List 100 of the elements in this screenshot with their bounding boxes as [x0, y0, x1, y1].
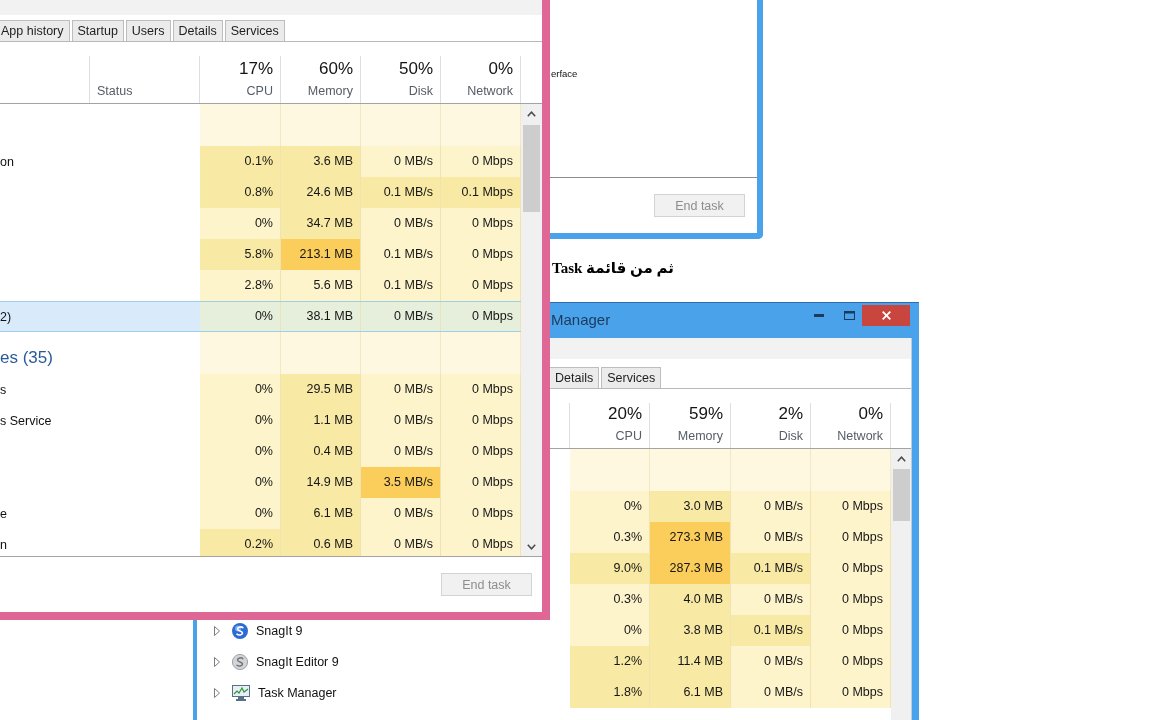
scrollbar-thumb[interactable]	[892, 469, 910, 521]
table-row[interactable]: 5.8% 213.1 MB 0.1 MB/s 0 Mbps	[200, 239, 521, 270]
table-cell: 0 Mbps	[441, 302, 521, 331]
tab[interactable]: Services	[224, 20, 285, 41]
table-cell: 11.4 MB	[650, 646, 731, 677]
scrollbar[interactable]	[891, 449, 911, 720]
table-cell: 14.9 MB	[281, 467, 361, 498]
table-cell: 4.0 MB	[650, 584, 731, 615]
expand-arrow-icon[interactable]	[214, 625, 220, 636]
table-cell: 5.6 MB	[281, 270, 361, 301]
table-row[interactable]: on 0.1% 3.6 MB 0 MB/s 0 Mbps	[0, 146, 521, 177]
close-button[interactable]	[862, 305, 910, 326]
table-cell: 0.1 MB/s	[361, 239, 441, 270]
scrollbar-thumb[interactable]	[523, 125, 540, 212]
table-cell: 0 MB/s	[361, 208, 441, 239]
table-row[interactable]: 0% 0.4 MB 0 MB/s 0 Mbps	[200, 436, 521, 467]
table-cell: 0 MB/s	[731, 584, 811, 615]
table-cell: 0%	[570, 491, 650, 522]
table-cell: 213.1 MB	[281, 239, 361, 270]
group-row[interactable]: es (35)	[0, 332, 521, 374]
table-cell: 1.1 MB	[281, 405, 361, 436]
table-row[interactable]: e 0% 6.1 MB 0 MB/s 0 Mbps	[0, 498, 521, 529]
table-cell: 0%	[200, 374, 281, 405]
table-row[interactable]: 0% 34.7 MB 0 MB/s 0 Mbps	[200, 208, 521, 239]
process-name: 2)	[0, 309, 12, 324]
column-header[interactable]: 0% Network	[811, 403, 891, 448]
table-row[interactable]: 0% 14.9 MB 3.5 MB/s 0 Mbps	[200, 467, 521, 498]
process-name: SnagIt Editor 9	[256, 654, 339, 669]
table-cell: 0 Mbps	[811, 677, 891, 708]
table-cell: 0.8%	[200, 177, 281, 208]
table-row[interactable]: n 0.2% 0.6 MB 0 MB/s 0 Mbps	[0, 529, 521, 556]
column-header[interactable]: 60% Memory	[281, 56, 361, 103]
table-cell: 0 MB/s	[361, 302, 441, 331]
table-cell: 0 Mbps	[441, 405, 521, 436]
table-row[interactable]: 2) 0% 38.1 MB 0 MB/s 0 Mbps	[0, 301, 521, 332]
column-header[interactable]: 20% CPU	[570, 403, 650, 448]
table-cell: 0%	[200, 467, 281, 498]
table-cell: 6.1 MB	[650, 677, 731, 708]
table-cell: 0 Mbps	[441, 467, 521, 498]
table-cell: 9.0%	[570, 553, 650, 584]
table-cell: 0 MB/s	[731, 646, 811, 677]
tab[interactable]: Details	[549, 367, 600, 388]
table-cell: 0 Mbps	[811, 553, 891, 584]
table-row[interactable]: 2.8% 5.6 MB 0.1 MB/s 0 Mbps	[200, 270, 521, 301]
table-cell: 3.0 MB	[650, 491, 731, 522]
table-cell: 3.5 MB/s	[361, 467, 441, 498]
table-cell: 0%	[200, 436, 281, 467]
tab[interactable]: Details	[172, 20, 223, 41]
table-cell: 38.1 MB	[281, 302, 361, 331]
column-header[interactable]: 17% CPU	[200, 56, 281, 103]
table-row[interactable]: 0.8% 24.6 MB 0.1 MB/s 0.1 Mbps	[200, 177, 521, 208]
table-cell: 0 Mbps	[441, 239, 521, 270]
tab[interactable]: App history	[0, 20, 70, 41]
table-cell: 0.4 MB	[281, 436, 361, 467]
table-cell: 0.3%	[570, 584, 650, 615]
process-name: SnagIt 9	[256, 623, 303, 638]
table-cell: 0 MB/s	[361, 436, 441, 467]
table-cell: 0%	[200, 498, 281, 529]
expand-arrow-icon[interactable]	[214, 656, 220, 667]
swirl-icon	[232, 622, 248, 639]
swirl-icon	[232, 653, 248, 670]
table-cell: 0.1 MB/s	[731, 553, 811, 584]
table-cell: 0%	[200, 208, 281, 239]
table-cell: 0.6 MB	[281, 529, 361, 556]
close-icon	[881, 311, 891, 320]
tab[interactable]: Startup	[71, 20, 124, 41]
table-row[interactable]: s 0% 29.5 MB 0 MB/s 0 Mbps	[0, 374, 521, 405]
tab[interactable]: Users	[125, 20, 171, 41]
table-cell: 0 MB/s	[731, 491, 811, 522]
column-header[interactable]: 2% Disk	[731, 403, 811, 448]
expand-arrow-icon[interactable]	[214, 687, 220, 698]
tab[interactable]: Services	[601, 367, 662, 388]
table-cell: 0.1 MB/s	[731, 615, 811, 646]
table-cell: 0 Mbps	[811, 491, 891, 522]
process-name: s Service	[0, 413, 52, 428]
table-cell: 287.3 MB	[650, 553, 731, 584]
table-cell: 273.3 MB	[650, 522, 731, 553]
table-cell: 0.1 Mbps	[441, 177, 521, 208]
chevron-up-icon[interactable]	[527, 111, 536, 117]
table-cell: 0 Mbps	[811, 646, 891, 677]
table-cell: 0%	[200, 302, 281, 331]
table-row[interactable]: s Service 0% 1.1 MB 0 MB/s 0 Mbps	[0, 405, 521, 436]
table-cell: 0 Mbps	[441, 436, 521, 467]
column-header[interactable]: 59% Memory	[650, 403, 731, 448]
process-name: erface	[551, 68, 579, 79]
table-cell: 24.6 MB	[281, 177, 361, 208]
chevron-down-icon[interactable]	[527, 544, 536, 550]
table-cell: 0 Mbps	[441, 529, 521, 556]
table-cell: 3.8 MB	[650, 615, 731, 646]
table-cell: 1.8%	[570, 677, 650, 708]
column-header[interactable]: 0% Network	[441, 56, 521, 103]
chevron-up-icon[interactable]	[896, 456, 906, 462]
monitor-chart-icon	[232, 684, 250, 701]
process-name: on	[0, 154, 14, 169]
table-cell: 6.1 MB	[281, 498, 361, 529]
column-header[interactable]: 50% Disk	[361, 56, 441, 103]
table-cell: 0 Mbps	[441, 374, 521, 405]
scrollbar[interactable]	[521, 104, 542, 556]
column-header[interactable]: Status	[90, 56, 200, 103]
group-heading: es (35)	[0, 348, 53, 368]
